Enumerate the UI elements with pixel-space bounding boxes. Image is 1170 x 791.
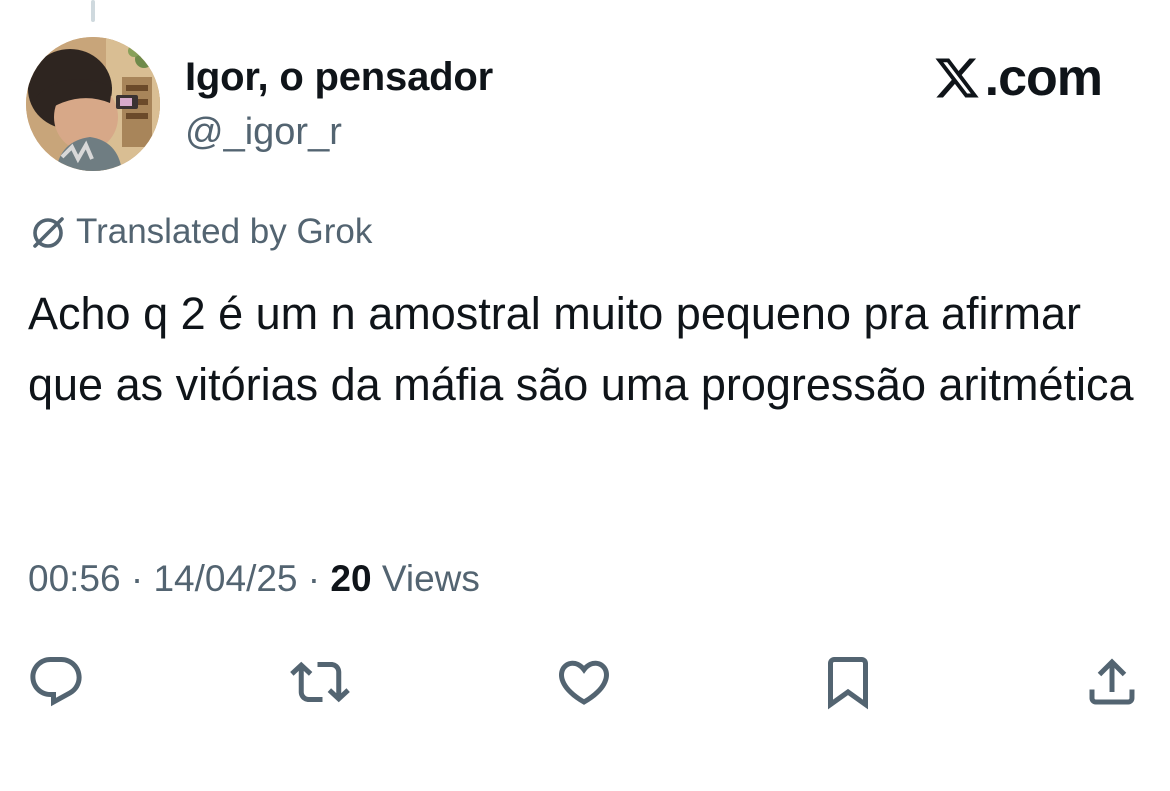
bookmark-icon (828, 657, 868, 710)
bookmark-button[interactable] (814, 648, 882, 716)
share-button[interactable] (1078, 648, 1146, 716)
x-logo-icon (935, 58, 979, 98)
tweet-text: Acho q 2 é um n amostral muito pequeno p… (28, 288, 1134, 410)
author-display-name[interactable]: Igor, o pensador (185, 55, 493, 100)
meta-separator: · (130, 558, 154, 599)
thread-connector-line (91, 0, 95, 22)
avatar-image (26, 37, 160, 171)
grok-icon (33, 217, 64, 248)
share-icon (1089, 658, 1135, 705)
heart-icon (558, 660, 610, 705)
tweet-card: Igor, o pensador @_igor_r .com Translate… (0, 0, 1170, 791)
views-label[interactable]: Views (382, 558, 480, 599)
brand-watermark: .com (931, 49, 1103, 107)
meta-separator: · (307, 558, 331, 599)
reply-icon (30, 657, 82, 707)
tweet-time[interactable]: 00:56 (28, 558, 121, 599)
tweet-date[interactable]: 14/04/25 (153, 558, 297, 599)
author-handle[interactable]: @_igor_r (185, 111, 342, 154)
repost-button[interactable] (286, 648, 354, 716)
repost-icon (290, 661, 350, 703)
translation-label: Translated by Grok (76, 212, 373, 251)
views-count[interactable]: 20 (330, 558, 381, 599)
brand-domain-suffix: .com (984, 49, 1103, 107)
action-bar (0, 648, 1170, 718)
like-button[interactable] (550, 648, 618, 716)
reply-button[interactable] (22, 648, 90, 716)
translation-notice[interactable]: Translated by Grok (28, 212, 372, 252)
tweet-metadata: 00:56 · 14/04/25 · 20 Views (28, 558, 480, 600)
avatar[interactable] (26, 37, 160, 171)
